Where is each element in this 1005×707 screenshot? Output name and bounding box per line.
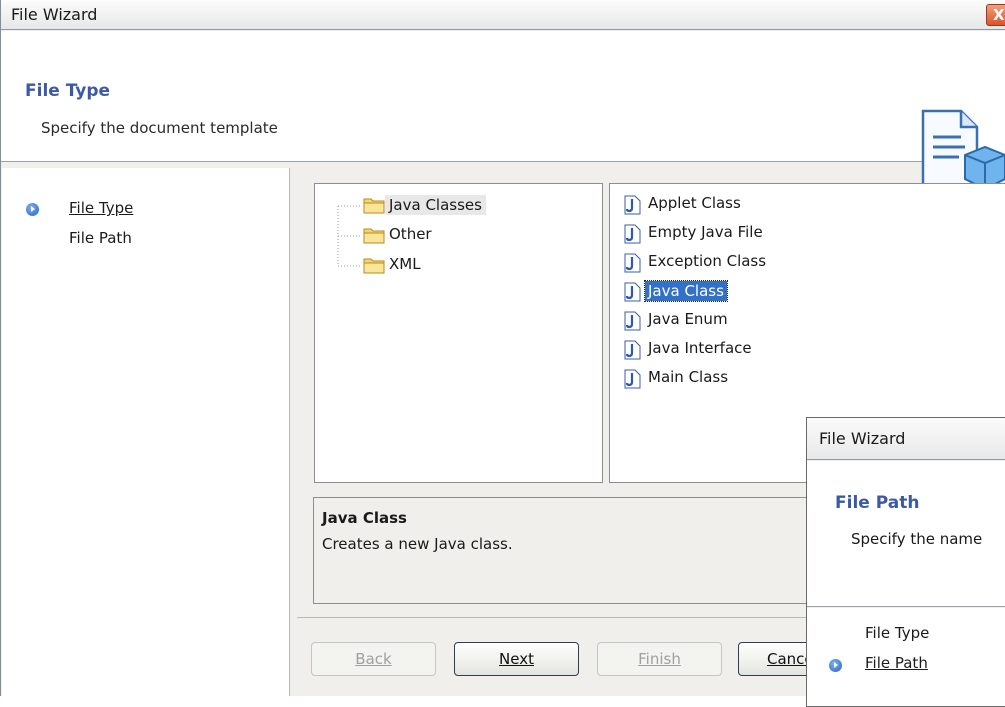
- template-label: Applet Class: [648, 194, 741, 212]
- wizard-header: File Type Specify the document template: [1, 31, 1005, 191]
- java-file-icon: [624, 224, 641, 244]
- java-file-icon: [624, 311, 641, 331]
- step-file-type[interactable]: File Type: [69, 199, 133, 217]
- steps-sidebar: File Type File Path: [2, 168, 290, 696]
- step-file-type: File Type: [865, 624, 930, 642]
- page-subtitle: Specify the name: [851, 530, 983, 548]
- java-file-icon: [624, 369, 641, 389]
- folder-icon: [363, 198, 385, 214]
- window-title: File Wizard: [819, 429, 906, 448]
- page-subtitle: Specify the document template: [41, 119, 278, 137]
- description-text: Creates a new Java class.: [322, 535, 513, 553]
- java-file-icon: [624, 282, 641, 302]
- window-title: File Wizard: [11, 5, 98, 24]
- current-step-icon: [26, 203, 39, 216]
- description-title: Java Class: [322, 509, 407, 527]
- template-label: Empty Java File: [648, 223, 763, 241]
- step-file-path[interactable]: File Path: [865, 654, 928, 672]
- java-file-icon: [624, 195, 641, 215]
- close-icon: X: [993, 6, 1005, 24]
- next-button[interactable]: Next: [454, 642, 579, 676]
- steps-sidebar: File Type File Path: [807, 608, 1005, 706]
- title-bar[interactable]: File Wizard X: [1, 0, 1005, 30]
- tree-item-label: XML: [389, 255, 421, 273]
- template-label: Main Class: [648, 368, 729, 386]
- java-file-icon: [624, 340, 641, 360]
- document-template-icon: [921, 109, 1005, 191]
- back-button-label: Back: [355, 650, 392, 668]
- close-button[interactable]: X: [986, 4, 1005, 26]
- folder-icon: [363, 258, 385, 274]
- page-title: File Path: [835, 493, 920, 513]
- category-tree[interactable]: Java Classes Other XML: [314, 183, 603, 483]
- finish-button-label: Finish: [638, 650, 681, 668]
- folder-icon: [363, 228, 385, 244]
- template-label: Exception Class: [648, 252, 767, 270]
- current-step-icon: [829, 659, 842, 672]
- step-file-path: File Path: [69, 229, 132, 247]
- java-file-icon: [624, 253, 641, 273]
- template-label-selected: Java Class: [644, 280, 728, 302]
- finish-button[interactable]: Finish: [597, 642, 722, 676]
- tree-item-label: Other: [389, 225, 432, 243]
- file-wizard-window-step2: File Wizard File Path Specify the name F…: [806, 417, 1005, 707]
- template-label: Java Interface: [648, 339, 752, 357]
- back-button[interactable]: Back: [311, 642, 436, 676]
- wizard-header: File Path Specify the name: [807, 461, 1005, 607]
- template-label: Java Enum: [648, 310, 728, 328]
- page-title: File Type: [25, 81, 111, 101]
- step-file-path-link[interactable]: File Path: [865, 654, 928, 672]
- tree-item-label: Java Classes: [385, 195, 486, 215]
- title-bar[interactable]: File Wizard: [807, 418, 1005, 460]
- step-file-type-link[interactable]: File Type: [69, 199, 133, 217]
- next-button-label: Next: [499, 650, 534, 668]
